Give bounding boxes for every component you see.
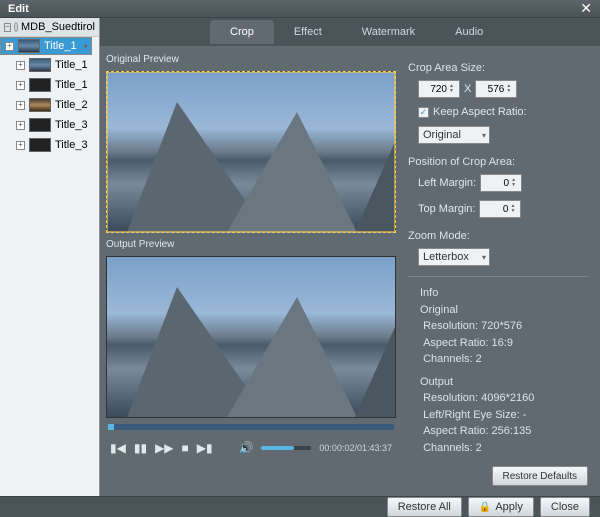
thumbnail — [29, 118, 51, 132]
spinner-icon[interactable]: ▲▼ — [506, 84, 511, 94]
aspect-ratio-select[interactable]: Original — [418, 126, 490, 144]
list-item[interactable]: + Title_1 — [0, 37, 92, 55]
zoom-mode-label: Zoom Mode: — [408, 230, 588, 242]
left-margin-input[interactable]: ▲▼ — [480, 174, 522, 192]
footer: Restore All 🔒Apply Close — [0, 496, 600, 517]
spinner-icon[interactable]: ▲▼ — [511, 178, 516, 188]
tabs: CropEffectWatermarkAudio — [100, 18, 600, 46]
lock-icon: 🔒 — [479, 502, 491, 513]
keep-ratio-label: Keep Aspect Ratio: — [433, 106, 527, 118]
zoom-mode-select[interactable]: Letterbox — [418, 248, 490, 266]
expand-icon[interactable]: + — [16, 121, 25, 130]
tab-audio[interactable]: Audio — [435, 20, 503, 44]
pause-button[interactable]: ▮▮ — [134, 441, 147, 455]
spinner-icon[interactable]: ▲▼ — [510, 204, 515, 214]
restore-defaults-button[interactable]: Restore Defaults — [492, 466, 588, 486]
crop-pos-label: Position of Crop Area: — [408, 156, 588, 168]
tab-effect[interactable]: Effect — [274, 20, 342, 44]
list-item[interactable]: + Title_1 — [0, 55, 99, 75]
seek-slider[interactable] — [108, 424, 394, 430]
apply-button[interactable]: 🔒Apply — [468, 497, 534, 517]
output-preview-label: Output Preview — [106, 237, 396, 252]
crop-panel: Crop Area Size: ▲▼ X ▲▼ ✓ Keep Aspect Ra… — [402, 52, 594, 490]
list-item[interactable]: + Title_3 — [0, 115, 99, 135]
time-display: 00:00:02/01:43:37 — [319, 443, 392, 453]
play-button[interactable]: ▶▶ — [155, 441, 173, 455]
list-item[interactable]: + Title_1 — [0, 75, 99, 95]
left-margin-label: Left Margin: — [418, 177, 476, 189]
thumbnail — [29, 138, 51, 152]
expand-icon[interactable]: + — [16, 141, 25, 150]
original-preview-label: Original Preview — [106, 52, 396, 67]
prev-button[interactable]: ▮◀ — [110, 441, 126, 455]
crop-width-input[interactable]: ▲▼ — [418, 80, 460, 98]
spinner-icon[interactable]: ▲▼ — [449, 84, 454, 94]
thumbnail — [18, 39, 40, 53]
item-label: Title_1 — [55, 59, 88, 71]
output-preview — [106, 256, 396, 418]
close-button[interactable]: Close — [540, 497, 590, 517]
item-label: Title_1 — [55, 79, 88, 91]
item-label: Title_3 — [55, 139, 88, 151]
crop-height-input[interactable]: ▲▼ — [475, 80, 517, 98]
thumbnail — [29, 78, 51, 92]
thumbnail — [29, 58, 51, 72]
expand-icon[interactable]: + — [16, 61, 25, 70]
item-label: Title_3 — [55, 119, 88, 131]
expand-icon[interactable]: + — [5, 42, 14, 51]
titlebar: Edit ✕ — [0, 0, 600, 18]
collapse-icon[interactable]: − — [4, 23, 11, 32]
disc-icon — [14, 22, 18, 32]
window-title: Edit — [8, 3, 29, 15]
info-block: Info Original Resolution: 720*576 Aspect… — [408, 285, 588, 456]
item-label: Title_1 — [44, 40, 77, 52]
player-controls: ▮◀ ▮▮ ▶▶ ■ ▶▮ 🔊 00:00:02/01:43:37 — [106, 434, 396, 462]
restore-all-button[interactable]: Restore All — [387, 497, 462, 517]
close-icon[interactable]: ✕ — [580, 0, 592, 17]
thumbnail — [29, 98, 51, 112]
expand-icon[interactable]: + — [16, 101, 25, 110]
item-label: Title_2 — [55, 99, 88, 111]
tab-watermark[interactable]: Watermark — [342, 20, 435, 44]
sidebar: − MDB_Suedtirol + Title_1 + Title_1 + Title_1… — [0, 18, 100, 496]
keep-ratio-checkbox[interactable]: ✓ — [418, 107, 429, 118]
list-item[interactable]: + Title_3 — [0, 135, 99, 155]
tab-crop[interactable]: Crop — [210, 20, 274, 44]
tree-root[interactable]: − MDB_Suedtirol — [0, 18, 99, 37]
volume-icon[interactable]: 🔊 — [238, 441, 253, 455]
crop-size-label: Crop Area Size: — [408, 62, 588, 74]
top-margin-input[interactable]: ▲▼ — [479, 200, 521, 218]
expand-icon[interactable]: + — [16, 81, 25, 90]
stop-button[interactable]: ■ — [182, 441, 189, 455]
root-label: MDB_Suedtirol — [21, 21, 95, 33]
original-preview[interactable] — [106, 71, 396, 233]
top-margin-label: Top Margin: — [418, 203, 475, 215]
list-item[interactable]: + Title_2 — [0, 95, 99, 115]
next-button[interactable]: ▶▮ — [197, 441, 213, 455]
volume-slider[interactable] — [261, 446, 311, 450]
